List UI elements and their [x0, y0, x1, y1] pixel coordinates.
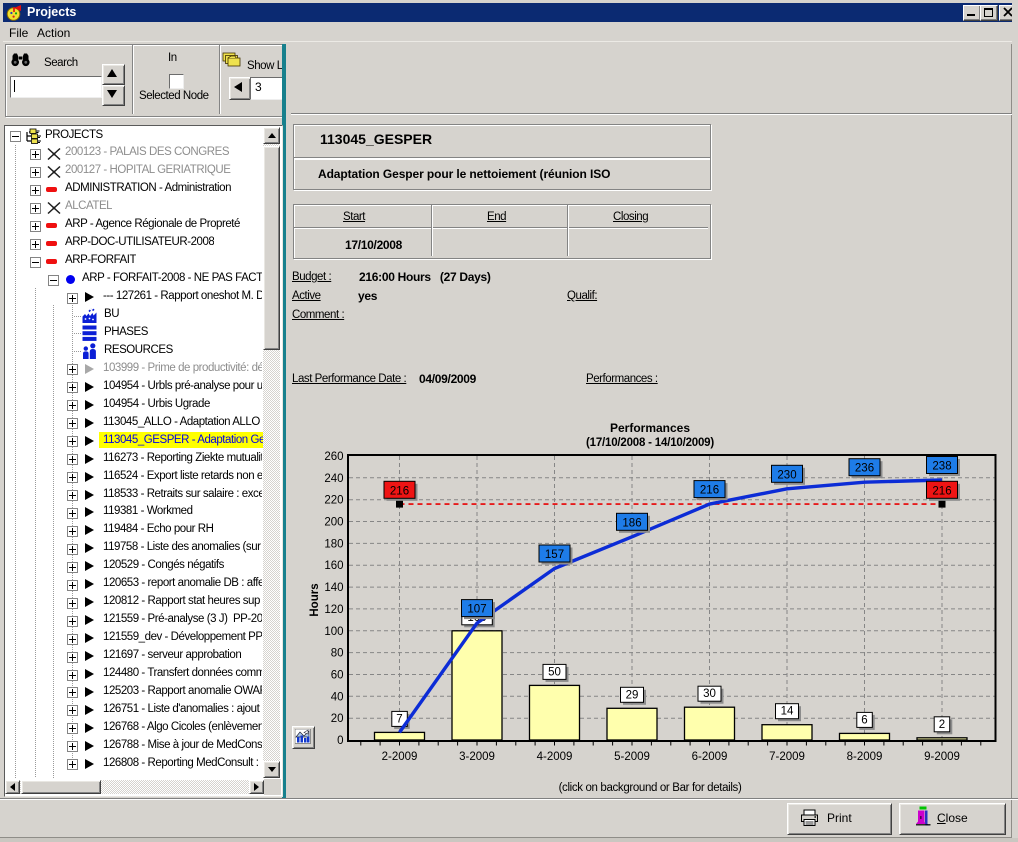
svg-text:5-2009: 5-2009	[614, 751, 650, 763]
svg-text:60: 60	[331, 670, 344, 682]
svg-text:40: 40	[331, 691, 344, 703]
svg-text:200: 200	[324, 517, 343, 529]
svg-text:80: 80	[331, 648, 344, 660]
svg-text:238: 238	[932, 461, 951, 473]
svg-text:Performances: Performances	[610, 421, 690, 435]
svg-text:8-2009: 8-2009	[847, 751, 883, 763]
svg-text:180: 180	[324, 538, 343, 550]
svg-text:Hours: Hours	[309, 583, 321, 616]
svg-text:140: 140	[324, 582, 343, 594]
svg-text:20: 20	[331, 713, 344, 725]
svg-text:50: 50	[548, 666, 561, 678]
svg-text:3-2009: 3-2009	[459, 751, 495, 763]
svg-text:100: 100	[324, 626, 343, 638]
svg-text:216: 216	[390, 485, 409, 497]
svg-text:0: 0	[337, 735, 343, 747]
svg-text:230: 230	[777, 469, 796, 481]
svg-text:157: 157	[545, 549, 564, 561]
svg-text:(17/10/2008 - 14/10/2009): (17/10/2008 - 14/10/2009)	[586, 437, 714, 449]
svg-text:240: 240	[324, 473, 343, 485]
svg-text:260: 260	[324, 451, 343, 463]
svg-text:216: 216	[700, 485, 719, 497]
svg-text:2-2009: 2-2009	[382, 751, 418, 763]
svg-text:6: 6	[861, 714, 867, 726]
svg-text:6-2009: 6-2009	[692, 751, 728, 763]
svg-text:4-2009: 4-2009	[537, 751, 573, 763]
svg-text:7: 7	[396, 713, 402, 725]
svg-text:107: 107	[467, 604, 486, 616]
svg-text:9-2009: 9-2009	[924, 751, 960, 763]
svg-text:186: 186	[622, 517, 641, 529]
svg-text:14: 14	[781, 706, 794, 718]
svg-text:30: 30	[703, 688, 716, 700]
svg-text:236: 236	[855, 463, 874, 475]
svg-text:216: 216	[932, 485, 951, 497]
svg-text:(click on background or Bar fo: (click on background or Bar for details)	[559, 782, 742, 794]
svg-text:29: 29	[626, 689, 639, 701]
svg-text:160: 160	[324, 560, 343, 572]
svg-text:220: 220	[324, 495, 343, 507]
svg-text:2: 2	[939, 719, 945, 731]
svg-text:7-2009: 7-2009	[769, 751, 805, 763]
svg-text:120: 120	[324, 604, 343, 616]
